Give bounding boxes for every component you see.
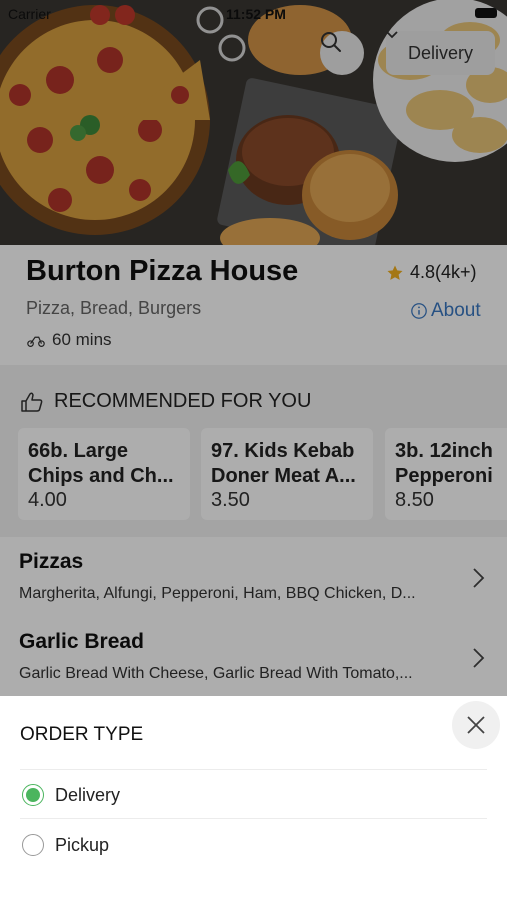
restaurant-screen: Carrier 11:52 PM Delivery Burton Pizza H…	[0, 0, 507, 900]
close-icon	[467, 716, 485, 734]
radio-dot	[26, 788, 40, 802]
option-label: Delivery	[55, 784, 121, 805]
modal-backdrop[interactable]	[0, 0, 507, 696]
divider	[20, 818, 487, 819]
order-type-sheet: ORDER TYPE Delivery Pickup	[0, 696, 507, 900]
option-label: Pickup	[55, 834, 110, 855]
divider	[20, 769, 487, 770]
sheet-title: ORDER TYPE	[20, 724, 144, 745]
radio-unselected[interactable]	[22, 834, 44, 856]
radio-selected[interactable]	[22, 784, 44, 806]
close-button[interactable]	[452, 701, 500, 749]
order-option-pickup[interactable]: Pickup	[22, 825, 487, 865]
order-option-delivery[interactable]: Delivery	[22, 775, 487, 815]
